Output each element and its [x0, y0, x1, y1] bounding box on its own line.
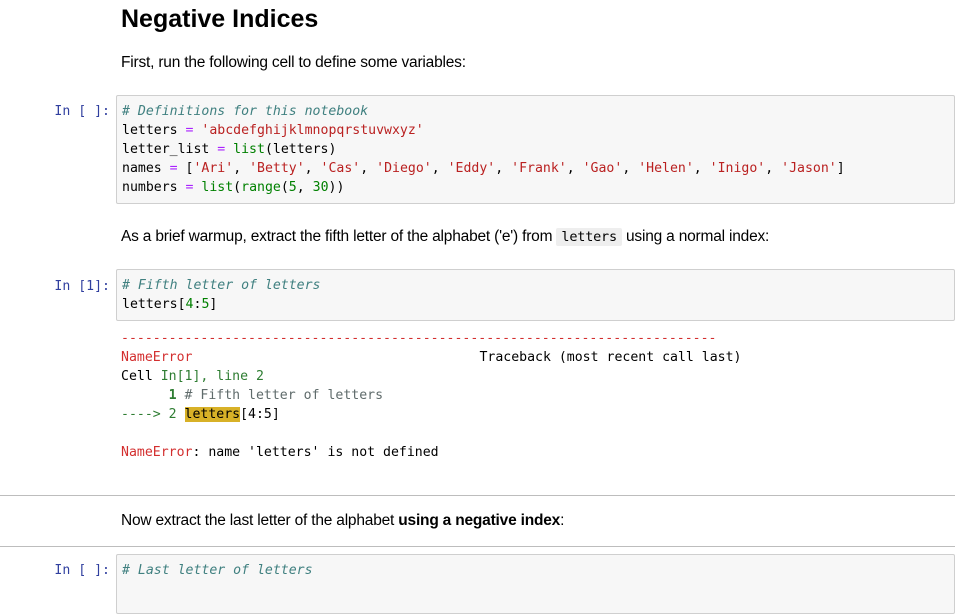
name-string: 'Eddy'	[447, 161, 496, 176]
cell-2-input[interactable]: # Fifth letter of letters letters[4:5]	[116, 269, 955, 321]
code-token: letters	[122, 123, 178, 138]
warmup-text: As a brief warmup, extract the fifth let…	[121, 228, 769, 246]
code-token: names	[122, 161, 162, 176]
name-string: 'Gao'	[582, 161, 623, 176]
traceback-cell-ref: In[1], line 2	[160, 369, 264, 384]
error-message: : name 'letters' is not defined	[192, 445, 439, 460]
name-string: 'Diego'	[376, 161, 432, 176]
cell-1-input[interactable]: # Definitions for this notebook letters …	[116, 95, 955, 204]
name-string: 'Frank'	[511, 161, 567, 176]
name-string: 'Inigo'	[709, 161, 766, 176]
code-token: [	[177, 297, 186, 312]
code-token: (	[233, 180, 242, 195]
cell-2-prompt: In [1]:	[54, 279, 110, 294]
code-token: =	[161, 161, 186, 176]
inline-code: letters	[556, 228, 622, 246]
code-token: letter_list	[122, 142, 210, 157]
traceback-separator: ----------------------------------------…	[121, 331, 717, 346]
code-token: ,	[233, 161, 250, 176]
code-token: ,	[296, 180, 313, 195]
traceback-highlight: letters	[184, 407, 241, 422]
negative-text-bold: using a negative index	[398, 512, 561, 529]
cell-3-code[interactable]: # Last letter of letters	[122, 561, 313, 580]
name-string: 'Betty'	[249, 161, 305, 176]
warmup-text-part: using a normal index:	[621, 228, 770, 245]
negative-text-part: :	[560, 512, 565, 529]
code-token: ,	[622, 161, 639, 176]
code-token: ,	[495, 161, 512, 176]
code-token: (	[280, 180, 289, 195]
code-token: ]	[209, 297, 218, 312]
error-name: NameError	[121, 445, 193, 460]
code-token: (letters)	[264, 142, 337, 157]
traceback-line-number: 1	[121, 388, 185, 403]
error-name: NameError	[121, 350, 193, 365]
code-token: ,	[566, 161, 583, 176]
cell-1-prompt: In [ ]:	[54, 104, 110, 119]
intro-text: First, run the following cell to define …	[121, 54, 466, 71]
traceback-arrow: ----> 2	[121, 407, 185, 422]
name-string: 'Ari'	[193, 161, 234, 176]
code-token: numbers	[122, 180, 178, 195]
traceback-cell-label: Cell	[121, 369, 161, 384]
code-token: =	[209, 142, 234, 157]
warmup-text-part: As a brief warmup, extract the fifth let…	[121, 228, 557, 245]
cell-2-output: ----------------------------------------…	[121, 329, 741, 462]
negative-index-text: Now extract the last letter of the alpha…	[121, 512, 564, 530]
code-token: ]	[836, 161, 845, 176]
traceback-line-code: # Fifth letter of letters	[184, 388, 384, 403]
code-token: list	[233, 142, 265, 157]
code-token: range	[241, 180, 281, 195]
cell-1-code[interactable]: # Definitions for this notebook letters …	[122, 102, 845, 197]
code-token: ,	[360, 161, 377, 176]
cell-divider	[0, 546, 955, 547]
code-token: =	[177, 123, 202, 138]
code-token: ,	[304, 161, 321, 176]
names-list: 'Ari', 'Betty', 'Cas', 'Diego', 'Eddy', …	[193, 161, 836, 176]
negative-text-part: Now extract the last letter of the alpha…	[121, 512, 399, 529]
name-string: 'Helen'	[638, 161, 694, 176]
code-comment: # Fifth letter of letters	[122, 278, 321, 293]
cell-3-prompt: In [ ]:	[54, 563, 110, 578]
cell-2-code[interactable]: # Fifth letter of letters letters[4:5]	[122, 276, 321, 314]
code-token: list	[201, 180, 234, 195]
cell-divider	[0, 495, 955, 496]
code-token: ,	[693, 161, 710, 176]
code-token: letters	[122, 297, 178, 312]
code-token: ,	[765, 161, 782, 176]
name-string: 'Cas'	[320, 161, 361, 176]
name-string: 'Jason'	[781, 161, 837, 176]
code-token: ,	[431, 161, 448, 176]
cell-3-input[interactable]: # Last letter of letters	[116, 554, 955, 614]
traceback-label: Traceback (most recent call last)	[479, 350, 742, 365]
traceback-line-code: [4:5]	[240, 407, 280, 422]
code-token: 30	[312, 180, 329, 195]
code-token: ))	[328, 180, 345, 195]
section-heading: Negative Indices	[121, 5, 319, 33]
code-token: 'abcdefghijklmnopqrstuvwxyz'	[201, 123, 424, 138]
code-comment: # Definitions for this notebook	[122, 104, 369, 119]
code-token: =	[177, 180, 202, 195]
code-token: 5	[288, 180, 297, 195]
code-comment: # Last letter of letters	[122, 563, 313, 578]
